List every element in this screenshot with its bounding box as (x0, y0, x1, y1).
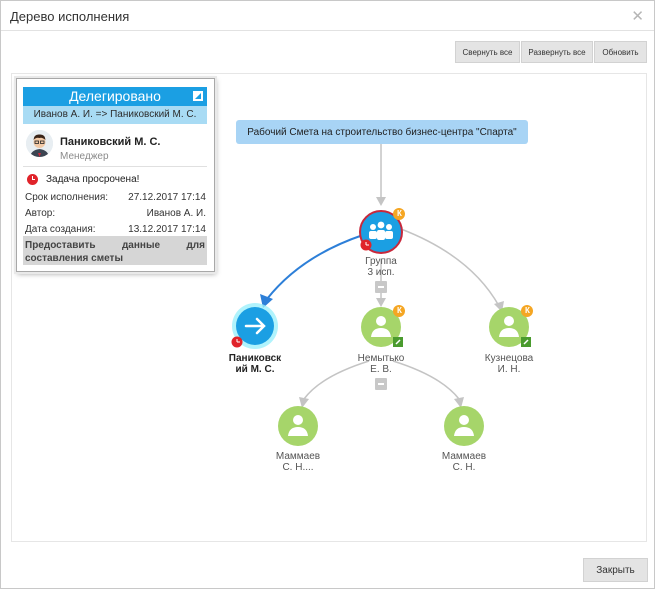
overdue-text: Задача просрочена! (46, 174, 140, 185)
close-button[interactable]: Закрыть (583, 558, 648, 582)
created-label: Дата создания: (25, 224, 96, 235)
nemytko-badge-letter: К (397, 306, 402, 315)
mammaev2-label-2: С. Н. (452, 462, 476, 473)
mammaev1-node (278, 406, 318, 446)
task-description: Предоставить данные для составления смет… (23, 236, 207, 265)
card-person-role: Менеджер (60, 151, 109, 162)
card-divider (23, 166, 207, 167)
card-person-name: Паниковский М. С. (60, 136, 161, 148)
due-label: Срок исполнения: (25, 192, 109, 203)
due-value: 27.12.2017 17:14 (128, 192, 206, 203)
arrowhead-group (376, 197, 386, 206)
author-value: Иванов А. И. (146, 208, 206, 219)
collapse-nemytko-toggle[interactable] (375, 378, 387, 390)
person-avatar-icon (26, 130, 53, 157)
author-label: Автор: (25, 208, 56, 219)
avatar (26, 130, 53, 157)
arrowhead-nemytko (376, 298, 386, 307)
card-status-header: Делегировано (23, 87, 207, 106)
task-info-card: Делегировано Иванов А. И. => Паниковский… (16, 78, 215, 272)
mammaev2-node (444, 406, 484, 446)
collapse-group-toggle[interactable] (375, 281, 387, 293)
kuznetsova-badge-letter: К (525, 306, 530, 315)
kuznetsova-label-2: И. Н. (497, 364, 521, 375)
created-value: 13.12.2017 17:14 (128, 224, 206, 235)
clock-icon (27, 174, 38, 185)
card-status-label: Делегировано (69, 88, 161, 104)
group-label-2: 3 исп. (367, 267, 395, 278)
root-task-node[interactable]: Рабочий Смета на строительство бизнес-це… (236, 120, 528, 144)
nemytko-label-2: Е. В. (370, 364, 392, 375)
mammaev1-label-2: С. Н.... (282, 462, 314, 473)
execution-tree-dialog: Дерево исполнения ✕ Свернуть все Разверн… (0, 0, 655, 589)
group-badge-letter: К (397, 209, 402, 218)
panikovsky-label-2: ий М. С. (235, 364, 275, 375)
card-route: Иванов А. И. => Паниковский М. С. (23, 106, 207, 124)
expand-icon[interactable] (193, 91, 203, 101)
